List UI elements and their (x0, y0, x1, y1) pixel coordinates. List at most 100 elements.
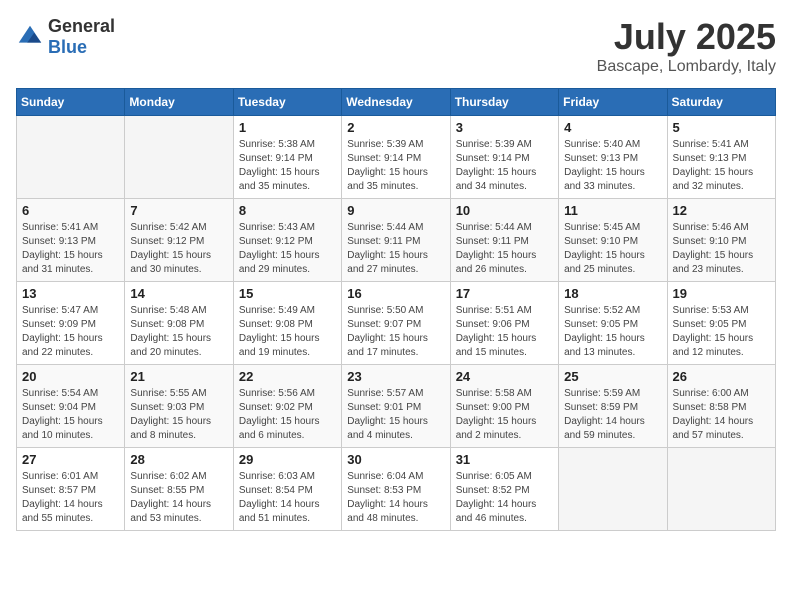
day-number: 17 (456, 286, 553, 301)
day-number: 9 (347, 203, 444, 218)
day-number: 4 (564, 120, 661, 135)
calendar-cell (667, 448, 775, 531)
day-number: 23 (347, 369, 444, 384)
calendar-cell: 30 Sunrise: 6:04 AMSunset: 8:53 PMDayligh… (342, 448, 450, 531)
day-info: Sunrise: 5:40 AMSunset: 9:13 PMDaylight:… (564, 138, 661, 194)
day-number: 15 (239, 286, 336, 301)
day-number: 5 (673, 120, 770, 135)
calendar-week-row: 27 Sunrise: 6:01 AMSunset: 8:57 PMDayligh… (17, 448, 776, 531)
day-info: Sunrise: 5:53 AMSunset: 9:05 PMDaylight:… (673, 304, 770, 360)
calendar-week-row: 1Sunrise: 5:38 AMSunset: 9:14 PMDaylight… (17, 116, 776, 199)
day-info: Sunrise: 6:00 AMSunset: 8:58 PMDaylight:… (673, 387, 770, 443)
day-number: 13 (22, 286, 119, 301)
day-number: 7 (130, 203, 227, 218)
calendar-cell: 16 Sunrise: 5:50 AMSunset: 9:07 PMDayligh… (342, 282, 450, 365)
day-number: 26 (673, 369, 770, 384)
calendar-cell: 8 Sunrise: 5:43 AMSunset: 9:12 PMDaylight… (233, 199, 341, 282)
calendar-cell: 11 Sunrise: 5:45 AMSunset: 9:10 PMDayligh… (559, 199, 667, 282)
day-number: 11 (564, 203, 661, 218)
day-number: 12 (673, 203, 770, 218)
day-info: Sunrise: 5:52 AMSunset: 9:05 PMDaylight:… (564, 304, 661, 360)
calendar-cell: 17 Sunrise: 5:51 AMSunset: 9:06 PMDayligh… (450, 282, 558, 365)
day-info: Sunrise: 6:02 AMSunset: 8:55 PMDaylight:… (130, 470, 227, 526)
logo: General Blue (16, 16, 115, 58)
day-info: Sunrise: 5:41 AMSunset: 9:13 PMDaylight:… (22, 221, 119, 277)
calendar-header-row: SundayMondayTuesdayWednesdayThursdayFrid… (17, 89, 776, 116)
day-info: Sunrise: 6:01 AMSunset: 8:57 PMDaylight:… (22, 470, 119, 526)
day-number: 8 (239, 203, 336, 218)
day-info: Sunrise: 5:39 AMSunset: 9:14 PMDaylight:… (347, 138, 444, 194)
calendar-cell: 14Sunrise: 5:48 AMSunset: 9:08 PMDayligh… (125, 282, 233, 365)
calendar-cell: 21Sunrise: 5:55 AMSunset: 9:03 PMDayligh… (125, 365, 233, 448)
day-number: 6 (22, 203, 119, 218)
calendar-cell: 18 Sunrise: 5:52 AMSunset: 9:05 PMDayligh… (559, 282, 667, 365)
day-info: Sunrise: 5:46 AMSunset: 9:10 PMDaylight:… (673, 221, 770, 277)
calendar-cell: 13 Sunrise: 5:47 AMSunset: 9:09 PMDayligh… (17, 282, 125, 365)
day-info: Sunrise: 5:43 AMSunset: 9:12 PMDaylight:… (239, 221, 336, 277)
day-number: 19 (673, 286, 770, 301)
day-number: 1 (239, 120, 336, 135)
calendar-week-row: 13 Sunrise: 5:47 AMSunset: 9:09 PMDayligh… (17, 282, 776, 365)
day-info: Sunrise: 5:48 AMSunset: 9:08 PMDaylight:… (130, 304, 227, 360)
calendar-cell (559, 448, 667, 531)
calendar-week-row: 6 Sunrise: 5:41 AMSunset: 9:13 PMDaylight… (17, 199, 776, 282)
calendar-cell: 15Sunrise: 5:49 AMSunset: 9:08 PMDayligh… (233, 282, 341, 365)
weekday-header: Monday (125, 89, 233, 116)
calendar-cell: 4 Sunrise: 5:40 AMSunset: 9:13 PMDaylight… (559, 116, 667, 199)
weekday-header: Friday (559, 89, 667, 116)
day-info: Sunrise: 6:03 AMSunset: 8:54 PMDaylight:… (239, 470, 336, 526)
day-number: 25 (564, 369, 661, 384)
page-header: General Blue July 2025 Bascape, Lombardy… (16, 16, 776, 76)
calendar-cell: 6 Sunrise: 5:41 AMSunset: 9:13 PMDaylight… (17, 199, 125, 282)
weekday-header: Tuesday (233, 89, 341, 116)
calendar-cell: 20 Sunrise: 5:54 AMSunset: 9:04 PMDayligh… (17, 365, 125, 448)
day-info: Sunrise: 6:04 AMSunset: 8:53 PMDaylight:… (347, 470, 444, 526)
day-info: Sunrise: 5:54 AMSunset: 9:04 PMDaylight:… (22, 387, 119, 443)
logo-blue: Blue (48, 37, 87, 57)
calendar-cell: 25 Sunrise: 5:59 AMSunset: 8:59 PMDayligh… (559, 365, 667, 448)
calendar-cell: 27 Sunrise: 6:01 AMSunset: 8:57 PMDayligh… (17, 448, 125, 531)
calendar-cell: 22Sunrise: 5:56 AMSunset: 9:02 PMDayligh… (233, 365, 341, 448)
calendar-cell: 5Sunrise: 5:41 AMSunset: 9:13 PMDaylight… (667, 116, 775, 199)
day-info: Sunrise: 5:58 AMSunset: 9:00 PMDaylight:… (456, 387, 553, 443)
day-number: 29 (239, 452, 336, 467)
day-info: Sunrise: 5:51 AMSunset: 9:06 PMDaylight:… (456, 304, 553, 360)
calendar-cell: 19 Sunrise: 5:53 AMSunset: 9:05 PMDayligh… (667, 282, 775, 365)
day-info: Sunrise: 5:59 AMSunset: 8:59 PMDaylight:… (564, 387, 661, 443)
day-number: 2 (347, 120, 444, 135)
month-title: July 2025 (597, 16, 776, 58)
calendar-cell (125, 116, 233, 199)
calendar-cell: 24 Sunrise: 5:58 AMSunset: 9:00 PMDayligh… (450, 365, 558, 448)
logo-general: General (48, 16, 115, 36)
calendar-cell: 9 Sunrise: 5:44 AMSunset: 9:11 PMDaylight… (342, 199, 450, 282)
calendar-cell (17, 116, 125, 199)
calendar-cell: 7Sunrise: 5:42 AMSunset: 9:12 PMDaylight… (125, 199, 233, 282)
weekday-header: Wednesday (342, 89, 450, 116)
day-number: 30 (347, 452, 444, 467)
day-number: 24 (456, 369, 553, 384)
calendar-cell: 2 Sunrise: 5:39 AMSunset: 9:14 PMDaylight… (342, 116, 450, 199)
day-info: Sunrise: 5:50 AMSunset: 9:07 PMDaylight:… (347, 304, 444, 360)
calendar-cell: 3Sunrise: 5:39 AMSunset: 9:14 PMDaylight… (450, 116, 558, 199)
day-info: Sunrise: 5:47 AMSunset: 9:09 PMDaylight:… (22, 304, 119, 360)
day-number: 28 (130, 452, 227, 467)
day-number: 3 (456, 120, 553, 135)
calendar-cell: 10Sunrise: 5:44 AMSunset: 9:11 PMDayligh… (450, 199, 558, 282)
weekday-header: Sunday (17, 89, 125, 116)
day-number: 16 (347, 286, 444, 301)
day-info: Sunrise: 5:44 AMSunset: 9:11 PMDaylight:… (347, 221, 444, 277)
day-info: Sunrise: 5:55 AMSunset: 9:03 PMDaylight:… (130, 387, 227, 443)
day-info: Sunrise: 6:05 AMSunset: 8:52 PMDaylight:… (456, 470, 553, 526)
day-number: 22 (239, 369, 336, 384)
calendar-cell: 31Sunrise: 6:05 AMSunset: 8:52 PMDayligh… (450, 448, 558, 531)
location-title: Bascape, Lombardy, Italy (597, 58, 776, 76)
day-number: 20 (22, 369, 119, 384)
day-number: 18 (564, 286, 661, 301)
day-info: Sunrise: 5:45 AMSunset: 9:10 PMDaylight:… (564, 221, 661, 277)
day-number: 27 (22, 452, 119, 467)
calendar-cell: 29 Sunrise: 6:03 AMSunset: 8:54 PMDayligh… (233, 448, 341, 531)
calendar-cell: 28 Sunrise: 6:02 AMSunset: 8:55 PMDayligh… (125, 448, 233, 531)
day-info: Sunrise: 5:44 AMSunset: 9:11 PMDaylight:… (456, 221, 553, 277)
weekday-header: Saturday (667, 89, 775, 116)
weekday-header: Thursday (450, 89, 558, 116)
